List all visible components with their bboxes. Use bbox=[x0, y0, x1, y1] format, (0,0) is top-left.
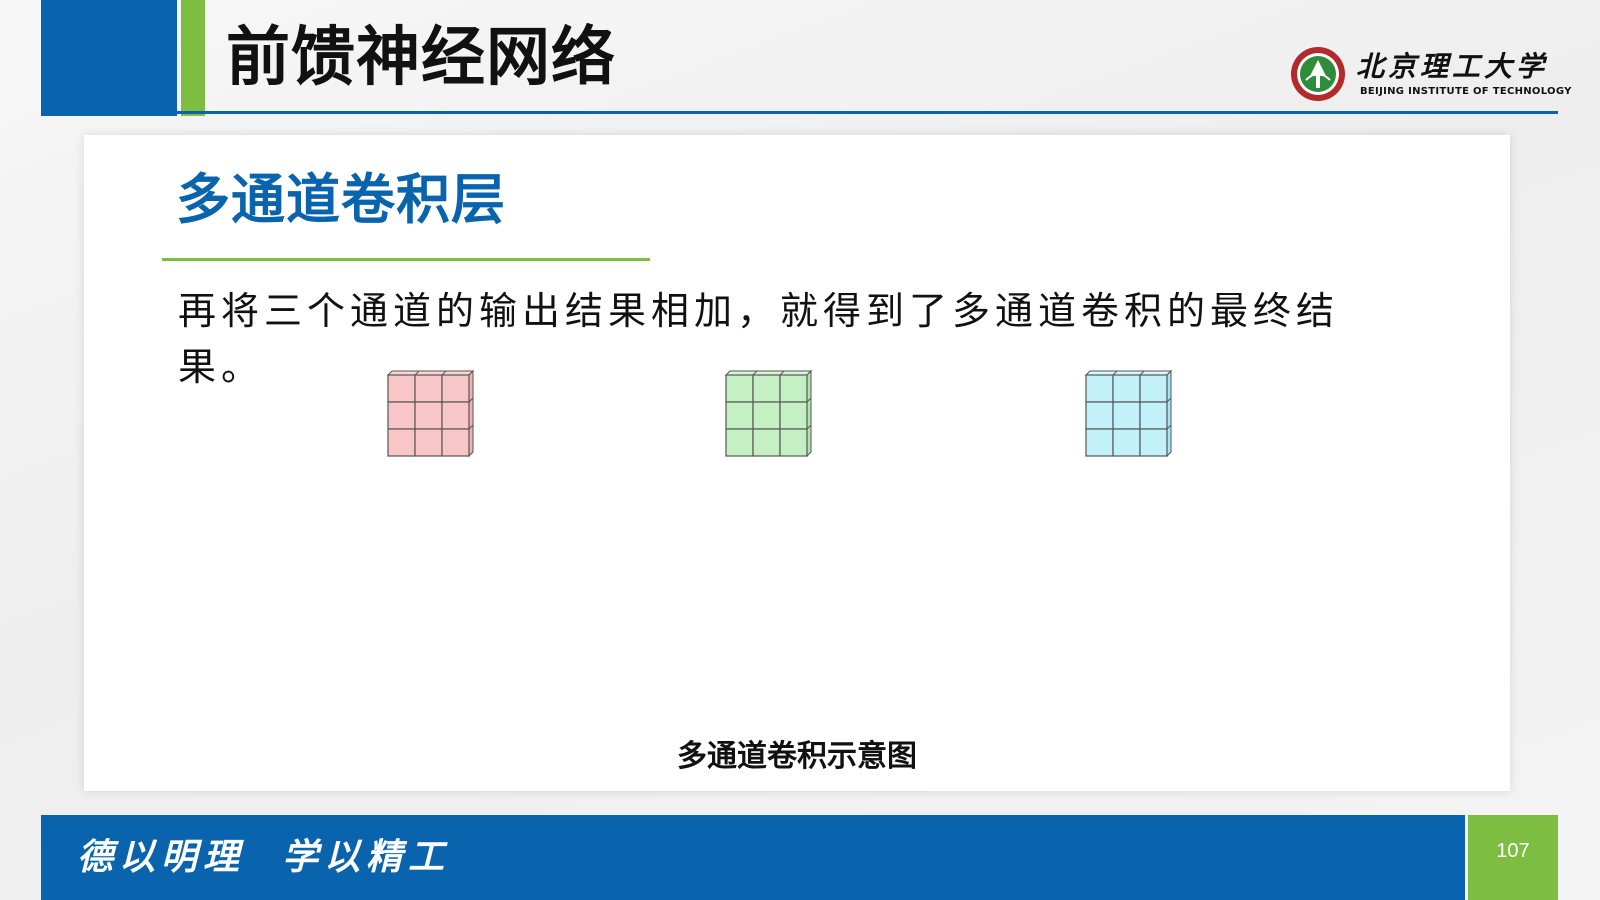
figure-caption: 多通道卷积示意图 bbox=[677, 739, 917, 774]
grid-cell bbox=[441, 401, 470, 430]
section-title: 多通道卷积层 bbox=[176, 168, 506, 231]
content-card: 多通道卷积层 再将三个通道的输出结果相加，就得到了多通道卷积的最终结果。 多通道… bbox=[84, 135, 1510, 791]
grid-cell bbox=[1139, 428, 1168, 457]
university-seal-icon bbox=[1291, 47, 1345, 101]
grid-cell bbox=[387, 374, 416, 403]
grid-cell bbox=[779, 374, 808, 403]
grid-cell bbox=[387, 401, 416, 430]
university-motto: 德以明理 学以精工 bbox=[77, 836, 451, 878]
grid-cell bbox=[752, 374, 781, 403]
header-green-stripe bbox=[181, 0, 205, 116]
page-number: 107 bbox=[1496, 840, 1530, 862]
university-name-cn: 北京理工大学 bbox=[1356, 50, 1549, 83]
grid-cell bbox=[1085, 374, 1114, 403]
grid-cell bbox=[1139, 401, 1168, 430]
page-number-box: 107 bbox=[1468, 815, 1558, 900]
university-name-en: BEIJING INSTITUTE OF TECHNOLOGY bbox=[1360, 86, 1572, 97]
grid-cell bbox=[725, 401, 754, 430]
grid-cell bbox=[1139, 374, 1168, 403]
grid-top-face bbox=[1084, 370, 1173, 376]
grid-cell bbox=[414, 428, 443, 457]
grid-top-face bbox=[386, 370, 475, 376]
grid-cell bbox=[725, 374, 754, 403]
grid-cell bbox=[752, 401, 781, 430]
footer-bar: 德以明理 学以精工 bbox=[41, 815, 1465, 900]
grid-cell bbox=[414, 401, 443, 430]
output-grid-pink bbox=[386, 369, 475, 458]
grid-cell bbox=[1112, 374, 1141, 403]
output-grid-green bbox=[724, 369, 813, 458]
grid-cell bbox=[387, 428, 416, 457]
slide-title: 前馈神经网络 bbox=[226, 21, 616, 95]
grid-cell bbox=[1112, 401, 1141, 430]
grid-cell bbox=[725, 428, 754, 457]
grid-cell bbox=[441, 428, 470, 457]
output-grid-cyan bbox=[1084, 369, 1173, 458]
grid-cell bbox=[752, 428, 781, 457]
grid-cell bbox=[1112, 428, 1141, 457]
grid-cell bbox=[414, 374, 443, 403]
grid-cell bbox=[779, 428, 808, 457]
grid-cell bbox=[441, 374, 470, 403]
grid-cell bbox=[779, 401, 808, 430]
grid-cell bbox=[1085, 401, 1114, 430]
grid-side-face bbox=[468, 369, 474, 458]
header-blue-block bbox=[41, 0, 177, 116]
section-underline bbox=[162, 258, 650, 261]
grid-top-face bbox=[724, 370, 813, 376]
header-divider bbox=[41, 111, 1558, 114]
grid-cell bbox=[1085, 428, 1114, 457]
